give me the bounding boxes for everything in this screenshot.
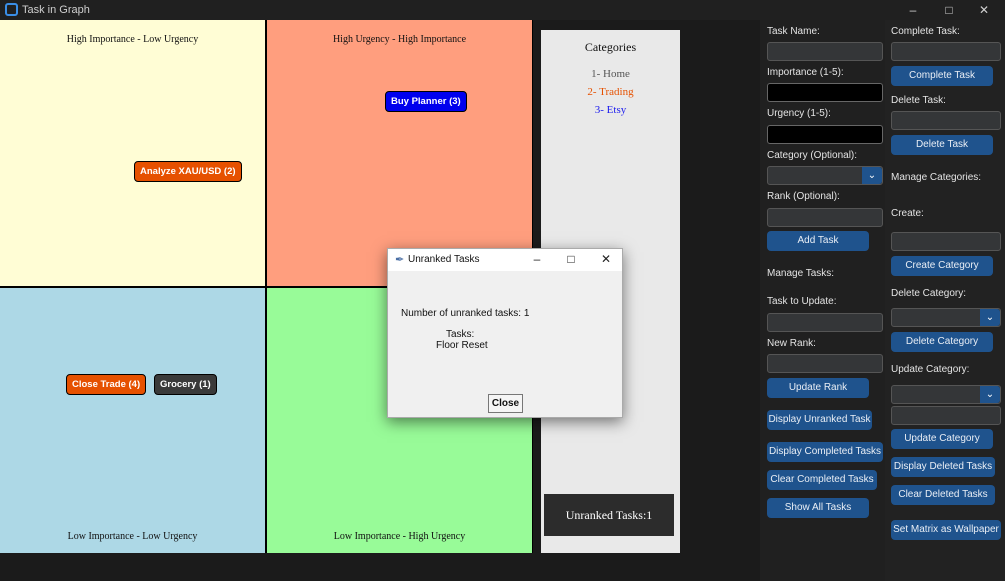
tasks-heading: Tasks: [446,329,475,340]
left-form: Task Name: Importance (1-5): Urgency (1-… [760,20,885,581]
task-to-update-label: Task to Update: [767,296,837,307]
unranked-tasks-dialog: ✒ Unranked Tasks – □ ✕ Number of unranke… [387,248,623,418]
display-deleted-button[interactable]: Display Deleted Tasks [891,457,995,477]
update-category-select[interactable]: ⌄ [891,385,1001,404]
quadrant-top-left: High Importance - Low Urgency [0,20,265,286]
dialog-title: Unranked Tasks [408,254,480,265]
task-to-update-input[interactable] [767,313,883,332]
task-name-input[interactable] [767,42,883,61]
unranked-count-text: Number of unranked tasks: 1 [401,308,530,319]
update-category-button[interactable]: Update Category [891,429,993,449]
maximize-icon[interactable]: □ [934,2,964,18]
complete-task-label: Complete Task: [891,26,960,37]
maximize-icon[interactable]: □ [561,252,581,266]
new-rank-input[interactable] [767,354,883,373]
category-item-trading: 2- Trading [587,86,634,98]
chevron-down-icon[interactable]: ⌄ [980,309,1000,326]
window-titlebar: Task in Graph – □ ✕ [0,0,1005,20]
urgency-label: Urgency (1-5): [767,108,831,119]
minimize-icon[interactable]: – [898,2,928,18]
chevron-down-icon[interactable]: ⌄ [862,167,882,184]
clear-completed-button[interactable]: Clear Completed Tasks [767,470,877,490]
delete-task-label: Delete Task: [891,95,946,106]
new-rank-label: New Rank: [767,338,816,349]
display-completed-button[interactable]: Display Completed Tasks [767,442,883,462]
create-category-button[interactable]: Create Category [891,256,993,276]
update-rank-button[interactable]: Update Rank [767,378,869,398]
delete-task-input[interactable] [891,111,1001,130]
category-label: Category (Optional): [767,150,858,161]
display-unranked-button[interactable]: Display Unranked Task [767,410,872,430]
feather-icon: ✒ [395,254,405,266]
update-category-input[interactable] [891,406,1001,425]
quadrant-bottom-left: Low Importance - Low Urgency [0,288,265,553]
task-grocery[interactable]: Grocery (1) [154,374,217,395]
task-name-label: Task Name: [767,26,820,37]
add-task-button[interactable]: Add Task [767,231,869,251]
app-icon [5,3,18,16]
quadrant-label: Low Importance - Low Urgency [67,531,198,542]
create-label: Create: [891,208,924,219]
category-item-etsy: 3- Etsy [594,104,627,116]
app-client: High Importance - Low Urgency High Urgen… [0,20,1005,581]
show-all-tasks-button[interactable]: Show All Tasks [767,498,869,518]
rank-label: Rank (Optional): [767,191,840,202]
quadrant-top-right: High Urgency - High Importance [267,20,532,286]
complete-task-button[interactable]: Complete Task [891,66,993,86]
chevron-down-icon[interactable]: ⌄ [980,386,1000,403]
delete-category-label: Delete Category: [891,288,967,299]
task-analyze-xauusd[interactable]: Analyze XAU/USD (2) [134,161,242,182]
right-form: Complete Task: Complete Task Delete Task… [885,20,1005,581]
rank-input[interactable] [767,208,883,227]
close-icon[interactable]: ✕ [596,252,616,266]
unranked-task-item: Floor Reset [436,340,488,351]
categories-heading: Categories [584,40,637,54]
importance-label: Importance (1-5): [767,67,844,78]
close-icon[interactable]: ✕ [969,2,999,18]
task-close-trade[interactable]: Close Trade (4) [66,374,147,395]
importance-input[interactable] [767,83,883,102]
set-wallpaper-button[interactable]: Set Matrix as Wallpaper [891,520,1001,540]
complete-task-input[interactable] [891,42,1001,61]
dialog-titlebar: ✒ Unranked Tasks – □ ✕ [388,249,622,271]
window-title: Task in Graph [22,4,90,16]
urgency-input[interactable] [767,125,883,144]
delete-task-button[interactable]: Delete Task [891,135,993,155]
delete-category-select[interactable]: ⌄ [891,308,1001,327]
manage-tasks-label: Manage Tasks: [767,268,835,279]
task-buy-planner[interactable]: Buy Planner (3) [385,91,467,112]
quadrant-label: High Urgency - High Importance [332,34,467,45]
update-category-label: Update Category: [891,364,970,375]
quadrant-label: Low Importance - High Urgency [333,531,466,542]
category-item-home: 1- Home [591,68,630,80]
manage-categories-label: Manage Categories: [891,172,982,183]
quadrant-label: High Importance - Low Urgency [66,34,199,45]
category-select[interactable]: ⌄ [767,166,883,185]
create-category-input[interactable] [891,232,1001,251]
minimize-icon[interactable]: – [527,252,547,266]
delete-category-button[interactable]: Delete Category [891,332,993,352]
clear-deleted-button[interactable]: Clear Deleted Tasks [891,485,995,505]
dialog-close-button[interactable]: Close [488,394,523,413]
unranked-count-box: Unranked Tasks:1 [544,494,674,536]
